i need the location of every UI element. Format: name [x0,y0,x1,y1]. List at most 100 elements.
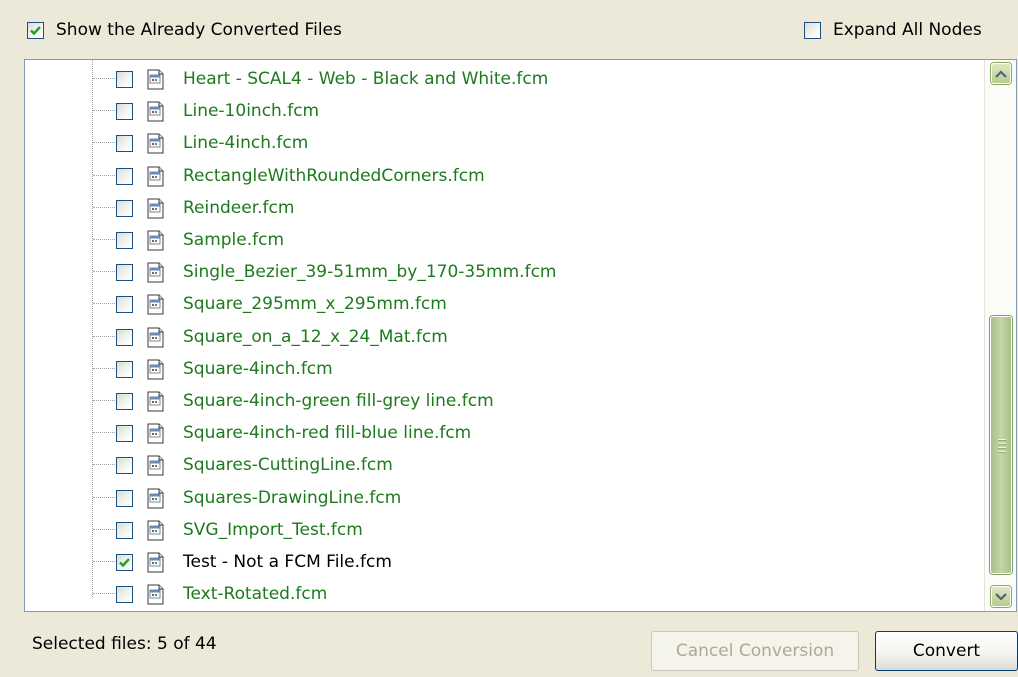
tree-branch-line [93,239,115,240]
fcm-file-icon [147,294,164,315]
file-tree-item[interactable]: Heart - SCAL4 - Web - Black and White.fc… [25,63,985,95]
scroll-up-button[interactable] [991,63,1011,84]
file-tree-item[interactable]: Squares-DrawingLine.fcm [25,482,985,514]
file-name: Single_Bezier_39-51mm_by_170-35mm.fcm [183,262,557,283]
file-checkbox[interactable] [116,457,133,475]
fcm-file-icon [147,455,164,476]
fcm-file-icon [147,166,164,187]
fcm-file-icon [147,198,164,219]
file-tree-item[interactable]: Square-4inch-red fill-blue line.fcm [25,417,985,449]
file-name: Squares-DrawingLine.fcm [183,487,402,508]
tree-branch-line [93,593,115,595]
file-name: Line-4inch.fcm [183,133,309,154]
file-name: Line-10inch.fcm [183,101,320,122]
tree-branch-line [93,464,115,466]
fcm-file-icon [147,391,164,412]
file-checkbox[interactable] [116,489,133,507]
tree-branch-line [93,142,115,144]
file-checkbox[interactable] [116,328,133,346]
file-tree-item[interactable]: RectangleWithRoundedCorners.fcm [25,160,985,192]
tree-branch-line [93,174,115,176]
file-checkbox[interactable] [116,425,133,443]
fcm-file-icon [147,230,164,251]
file-name: Reindeer.fcm [183,197,295,218]
file-checkbox[interactable] [116,199,133,217]
file-name: SVG_Import_Test.fcm [183,519,363,540]
show-converted-label: Show the Already Converted Files [56,20,342,40]
file-checkbox[interactable] [116,360,133,378]
tree-branch-line [93,496,115,498]
tree-branch-line [93,303,115,305]
file-checkbox[interactable] [116,232,133,249]
file-tree-item[interactable]: Line-10inch.fcm [25,95,985,127]
cancel-conversion-button[interactable]: Cancel Conversion [651,631,859,671]
tree-branch-line [93,400,115,401]
fcm-file-icon [147,327,164,348]
fcm-file-icon [147,584,164,605]
file-name: Square-4inch-red fill-blue line.fcm [183,423,472,444]
scroll-down-button[interactable] [991,586,1011,607]
fcm-file-icon [147,552,164,573]
file-tree-item[interactable]: Sample.fcm [25,224,985,256]
file-name: Square-4inch.fcm [183,358,333,379]
scroll-grip-icon [998,439,1006,455]
expand-all-option[interactable]: Expand All Nodes [804,0,982,60]
tree-branch-line [93,367,115,369]
fcm-file-icon [147,294,164,315]
expand-all-checkbox[interactable] [804,21,821,39]
file-name: Square-4inch-green fill-grey line.fcm [183,391,494,411]
file-tree-item[interactable]: Line-4inch.fcm [25,127,985,159]
fcm-file-icon [147,69,164,90]
tree-branch-line [93,271,115,273]
file-name: RectangleWithRoundedCorners.fcm [183,165,485,186]
fcm-file-icon [147,198,164,219]
file-tree-item[interactable]: Test - Not a FCM File.fcm [25,546,985,578]
fcm-file-icon [147,69,164,90]
file-name: Text-Rotated.fcm [183,584,328,605]
checkmark-icon [30,25,41,35]
fcm-file-icon [147,584,164,605]
checkmark-icon [119,558,130,568]
file-checkbox[interactable] [116,71,133,88]
file-tree-item[interactable]: Squares-CuttingLine.fcm [25,449,985,481]
file-tree-item[interactable]: Square-4inch-green fill-grey line.fcm [25,385,985,417]
fcm-file-icon [147,359,164,380]
fcm-file-icon [147,133,164,154]
file-tree-item[interactable]: Text-Rotated.fcm [25,578,985,610]
file-tree[interactable]: Heart - SCAL4 - Web - Black and White.fc… [24,59,1017,612]
show-converted-option[interactable]: Show the Already Converted Files [27,0,342,60]
file-checkbox[interactable] [116,103,133,121]
file-checkbox[interactable] [116,135,133,153]
file-checkbox[interactable] [116,167,133,185]
fcm-file-icon [147,423,164,444]
fcm-file-icon [147,520,164,541]
scroll-thumb[interactable] [990,316,1012,574]
file-checkbox[interactable] [116,586,133,604]
file-tree-item[interactable]: Square_on_a_12_x_24_Mat.fcm [25,321,985,353]
file-tree-rows: Heart - SCAL4 - Web - Black and White.fc… [25,60,985,611]
convert-button[interactable]: Convert [875,631,1018,671]
file-checkbox[interactable] [116,264,133,282]
file-checkbox[interactable] [116,554,133,571]
file-checkbox[interactable] [116,393,133,410]
fcm-file-icon [147,327,164,348]
fcm-file-icon [147,262,164,283]
tree-branch-line [93,528,115,530]
file-checkbox[interactable] [116,521,133,539]
fcm-file-icon [147,423,164,444]
fcm-file-icon [147,488,164,509]
fcm-file-icon [147,391,164,412]
file-tree-item[interactable]: Square_295mm_x_295mm.fcm [25,288,985,320]
file-checkbox[interactable] [116,296,133,314]
file-tree-item[interactable]: Square-4inch.fcm [25,353,985,385]
file-name: Sample.fcm [183,230,285,250]
file-tree-item[interactable]: SVG_Import_Test.fcm [25,514,985,546]
vertical-scrollbar[interactable] [984,60,1016,611]
file-tree-item[interactable]: Single_Bezier_39-51mm_by_170-35mm.fcm [25,256,985,288]
file-name: Test - Not a FCM File.fcm [183,552,392,572]
fcm-file-icon [147,520,164,541]
file-tree-item[interactable]: Reindeer.fcm [25,192,985,224]
fcm-file-icon [147,359,164,380]
chevron-up-icon [995,69,1007,78]
show-converted-checkbox[interactable] [27,21,44,39]
